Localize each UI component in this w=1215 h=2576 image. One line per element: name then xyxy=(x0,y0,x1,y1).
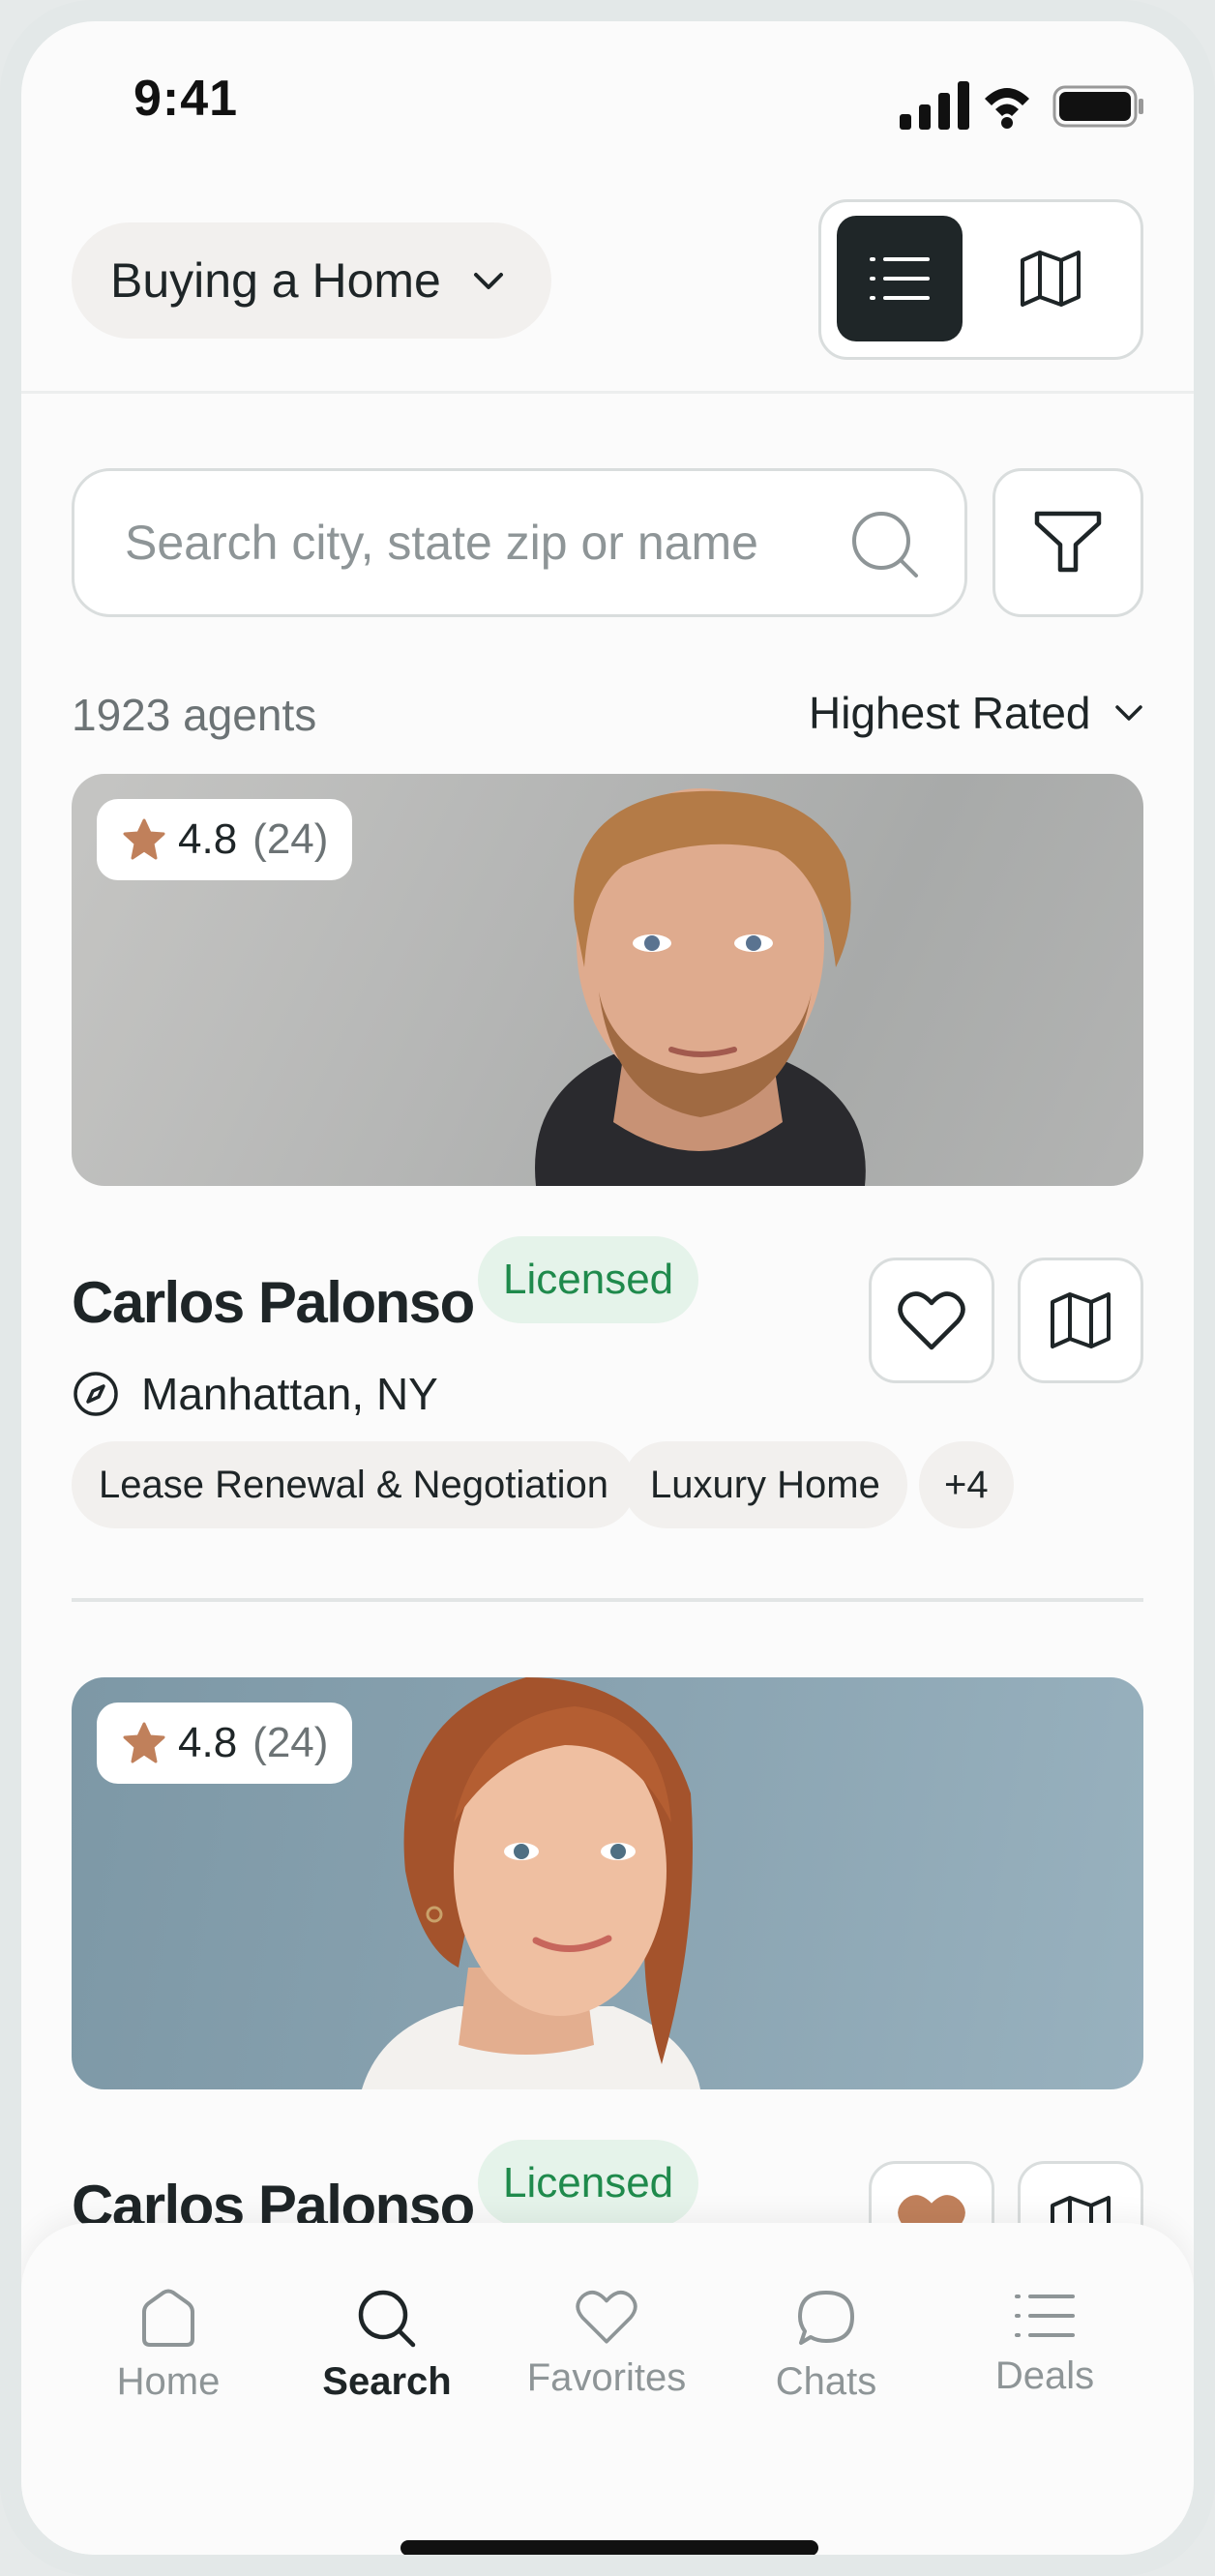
search-icon xyxy=(358,2290,416,2348)
review-count: (24) xyxy=(252,815,329,863)
map-view-button[interactable] xyxy=(988,216,1113,341)
rating-value: 4.8 xyxy=(178,815,238,863)
tab-favorites[interactable]: Favorites xyxy=(510,2287,703,2400)
results-count: 1923 agents xyxy=(72,690,317,740)
mode-label: Buying a Home xyxy=(110,253,441,308)
signal-icon xyxy=(900,81,969,130)
search-input[interactable] xyxy=(123,514,843,572)
tab-label: Search xyxy=(322,2360,452,2403)
mode-selector[interactable]: Buying a Home xyxy=(72,222,551,339)
home-icon xyxy=(142,2289,194,2347)
chevron-down-icon xyxy=(473,273,503,289)
heart-icon xyxy=(898,1291,965,1350)
specialty-tag[interactable]: Luxury Home xyxy=(623,1441,907,1528)
tab-bar: Home Search Favorites Chats Deals xyxy=(21,2223,1194,2555)
home-indicator xyxy=(400,2540,818,2555)
tab-label: Home xyxy=(116,2360,221,2403)
filter-icon xyxy=(1034,511,1102,573)
tab-label: Chats xyxy=(775,2360,877,2403)
star-icon xyxy=(123,818,165,860)
app-screen: 9:41 Buying a Home Search city, state zi… xyxy=(21,21,1194,2555)
tab-home[interactable]: Home xyxy=(72,2287,265,2404)
agent-photo[interactable]: 4.8 (24) xyxy=(72,774,1143,1186)
star-icon xyxy=(123,1722,165,1763)
agent-location: Manhattan, NY xyxy=(72,1368,438,1420)
heart-icon xyxy=(576,2291,637,2344)
map-icon xyxy=(1021,251,1081,307)
tab-label: Favorites xyxy=(526,2356,687,2399)
filter-button[interactable] xyxy=(993,468,1143,617)
agent-photo[interactable]: 4.8 (24) xyxy=(72,1677,1143,2089)
search-field xyxy=(72,468,967,617)
tab-search[interactable]: Search xyxy=(290,2287,484,2404)
rating-badge: 4.8 (24) xyxy=(97,1703,352,1784)
licensed-badge: Licensed xyxy=(478,1236,699,1323)
device-frame: 9:41 Buying a Home Search city, state zi… xyxy=(0,0,1215,2576)
compass-icon xyxy=(74,1372,118,1416)
search-icon[interactable] xyxy=(848,508,922,581)
tab-deals[interactable]: Deals xyxy=(948,2287,1141,2398)
list-view-button[interactable] xyxy=(837,216,963,341)
agent-name[interactable]: Carlos Palonso xyxy=(72,1269,475,1336)
specialty-tag[interactable]: Lease Renewal & Negotiation xyxy=(72,1441,637,1528)
review-count: (24) xyxy=(252,1719,329,1766)
card-divider xyxy=(72,1598,1143,1602)
chevron-down-icon xyxy=(1114,705,1142,721)
status-icons xyxy=(900,81,1143,130)
rating-value: 4.8 xyxy=(178,1719,238,1766)
sort-label: Highest Rated xyxy=(809,688,1091,738)
favorite-button[interactable] xyxy=(869,1258,994,1383)
sort-dropdown[interactable]: Highest Rated xyxy=(809,687,1147,739)
battery-icon xyxy=(1052,85,1143,128)
licensed-badge: Licensed xyxy=(478,2140,699,2227)
chat-bubble-icon xyxy=(798,2291,854,2345)
list-icon xyxy=(870,257,930,300)
rating-badge: 4.8 (24) xyxy=(97,799,352,880)
location-text: Manhattan, NY xyxy=(141,1369,438,1419)
map-icon xyxy=(1051,1292,1111,1348)
list-icon xyxy=(1015,2295,1075,2337)
status-time: 9:41 xyxy=(133,71,239,127)
wifi-icon xyxy=(985,88,1029,129)
more-tags-chip[interactable]: +4 xyxy=(919,1441,1014,1528)
view-toggle xyxy=(818,199,1143,360)
tab-label: Deals xyxy=(994,2354,1095,2397)
tab-chats[interactable]: Chats xyxy=(729,2287,923,2404)
map-button[interactable] xyxy=(1018,1258,1143,1383)
header-divider xyxy=(21,391,1194,394)
